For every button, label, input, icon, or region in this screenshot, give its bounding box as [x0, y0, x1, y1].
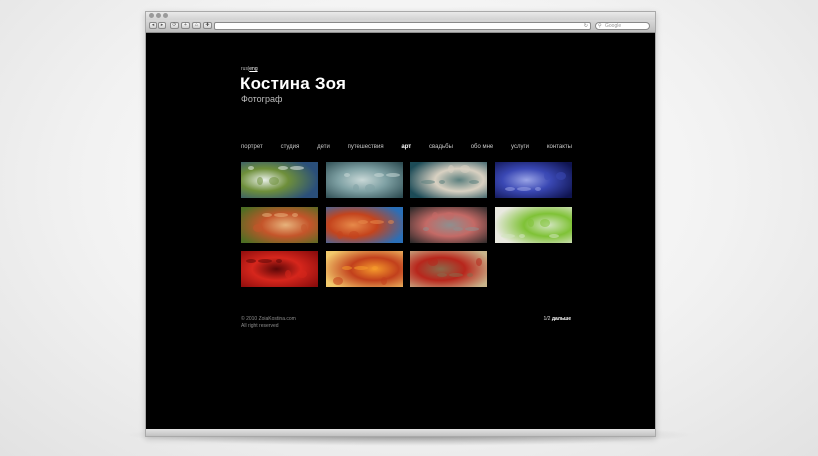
browser-toolbar: ◂ ▸ ⟳ + ⌂ ✚ ↻ ⚲ Google [146, 20, 655, 33]
site-subtitle: Фотограф [241, 94, 283, 104]
footer: © 2010 ZoiaKostina.com All right reserve… [241, 316, 296, 330]
search-input[interactable]: ⚲ Google [595, 22, 650, 30]
photo-thumbnail[interactable] [241, 251, 318, 287]
nav-item-portrait[interactable]: портрет [241, 144, 263, 150]
page-viewport: rus|eng Костина Зоя Фотограф портрет сту… [146, 33, 655, 429]
photo-thumbnail[interactable] [410, 162, 487, 198]
thumbnail-image [326, 251, 403, 287]
search-icon: ⚲ [598, 23, 602, 29]
thumbnail-image [410, 207, 487, 243]
photo-thumbnail[interactable] [241, 162, 318, 198]
nav-item-weddings[interactable]: свадьбы [429, 144, 453, 150]
add-bookmark-button[interactable]: + [181, 22, 190, 29]
home-button[interactable]: ⌂ [192, 22, 201, 29]
close-window-icon[interactable] [149, 13, 154, 18]
nav-item-art[interactable]: арт [401, 144, 411, 150]
next-page-link[interactable]: дальше [552, 316, 571, 322]
copyright-text: © 2010 ZoiaKostina.com [241, 316, 296, 322]
photo-thumbnail[interactable] [410, 251, 487, 287]
address-bar[interactable]: ↻ [214, 22, 591, 30]
thumbnail-image [410, 162, 487, 198]
thumbnail-image [495, 162, 572, 198]
thumbnail-image [241, 207, 318, 243]
rights-text: All right reserved [241, 323, 279, 329]
photo-thumbnail[interactable] [241, 207, 318, 243]
nav-item-about[interactable]: обо мне [471, 144, 494, 150]
window-controls [149, 13, 168, 18]
thumbnail-image [410, 251, 487, 287]
thumbnail-image [241, 251, 318, 287]
browser-statusbar [146, 429, 655, 436]
main-nav: портрет студия дети путешествия арт свад… [241, 144, 572, 150]
plus-button[interactable]: ✚ [203, 22, 212, 29]
thumbnail-image [326, 162, 403, 198]
nav-item-contacts[interactable]: контакты [547, 144, 572, 150]
site-title[interactable]: Костина Зоя [240, 74, 346, 94]
photo-thumbnail[interactable] [495, 207, 572, 243]
lang-rus-link[interactable]: rus [241, 66, 248, 72]
nav-item-studio[interactable]: студия [281, 144, 300, 150]
language-switcher: rus|eng [241, 66, 258, 72]
thumbnail-image [495, 207, 572, 243]
search-placeholder: Google [605, 23, 622, 29]
nav-item-travel[interactable]: путешествия [348, 144, 384, 150]
photo-thumbnail[interactable] [326, 251, 403, 287]
photo-thumbnail[interactable] [495, 162, 572, 198]
photo-thumbnail[interactable] [326, 162, 403, 198]
reload-icon[interactable]: ↻ [584, 23, 588, 29]
browser-titlebar [146, 12, 655, 20]
nav-item-services[interactable]: услуги [511, 144, 529, 150]
lang-eng-link[interactable]: eng [249, 66, 257, 72]
refresh-button[interactable]: ⟳ [170, 22, 179, 29]
thumbnail-image [241, 162, 318, 198]
nav-item-children[interactable]: дети [317, 144, 330, 150]
photo-thumbnail[interactable] [326, 207, 403, 243]
thumbnail-image [326, 207, 403, 243]
minimize-window-icon[interactable] [156, 13, 161, 18]
forward-button[interactable]: ▸ [158, 22, 166, 29]
photo-thumbnail[interactable] [410, 207, 487, 243]
page-indicator: 1/2 [543, 316, 551, 322]
pagination: 1/2 дальше [544, 316, 572, 322]
back-button[interactable]: ◂ [149, 22, 157, 29]
browser-window: ◂ ▸ ⟳ + ⌂ ✚ ↻ ⚲ Google rus|eng Костина З… [145, 11, 656, 437]
zoom-window-icon[interactable] [163, 13, 168, 18]
